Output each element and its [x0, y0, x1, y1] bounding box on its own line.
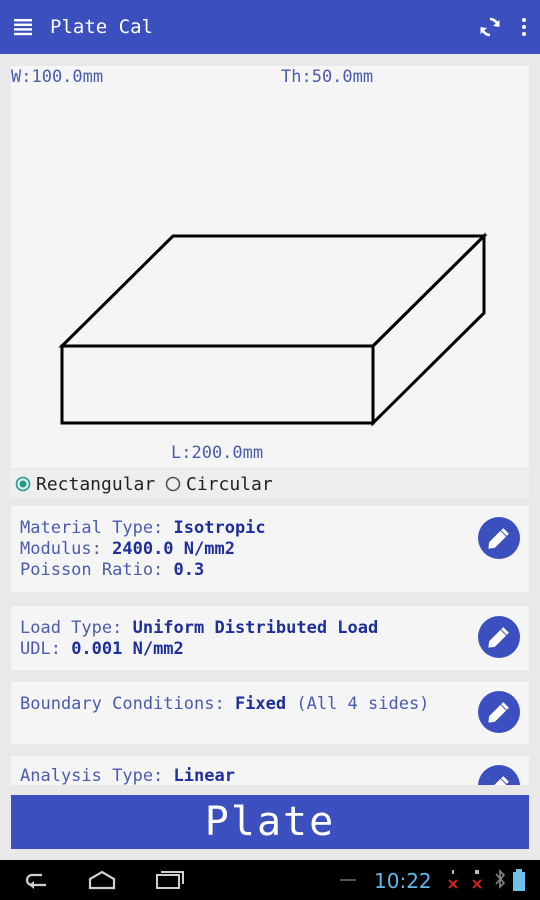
pencil-icon — [488, 627, 509, 648]
poisson-value: 0.3 — [173, 560, 205, 580]
pencil-icon — [488, 528, 509, 549]
recent-apps-icon[interactable] — [154, 870, 186, 890]
boundary-card: Boundary Conditions: Fixed (All 4 sides) — [11, 682, 529, 744]
home-icon[interactable] — [86, 870, 118, 890]
app-bar: Plate Cal — [0, 0, 540, 54]
radio-rectangular[interactable]: Rectangular — [15, 473, 155, 495]
plate-box-drawing — [58, 232, 488, 427]
radio-circular[interactable]: Circular — [165, 473, 273, 495]
length-label: L:200.0mm — [171, 443, 264, 463]
udl-value: 0.001 N/mm2 — [71, 639, 184, 659]
plate-button[interactable]: Plate — [11, 795, 529, 849]
material-type-value: Isotropic — [173, 518, 266, 538]
system-nav-bar: 10:22 — [0, 860, 540, 900]
analysis-card: Analysis Type: Linear — [11, 756, 529, 785]
divider-dash — [340, 879, 356, 881]
radio-rectangular-label: Rectangular — [36, 473, 156, 495]
pencil-icon — [488, 702, 509, 723]
boundary-label: Boundary Conditions: — [20, 694, 235, 714]
bluetooth-icon — [495, 869, 506, 889]
modulus-value: 2400.0 N/mm2 — [112, 539, 235, 559]
signal-2-no-data-icon — [472, 870, 482, 889]
plate-drawing-panel: W:100.0mm Th:50.0mm L:200.0mm — [11, 66, 529, 468]
poisson-label: Poisson Ratio: — [20, 560, 174, 580]
radio-unchecked-icon — [165, 476, 181, 492]
udl-label: UDL: — [20, 639, 72, 659]
edit-load-button[interactable] — [478, 616, 520, 658]
radio-checked-icon — [15, 476, 31, 492]
edit-analysis-button[interactable] — [478, 765, 520, 785]
material-type-label: Material Type: — [20, 518, 174, 538]
load-card: Load Type: Uniform Distributed Load UDL:… — [11, 606, 529, 670]
edit-boundary-button[interactable] — [478, 691, 520, 733]
edit-material-button[interactable] — [478, 517, 520, 559]
boundary-value: Fixed — [234, 694, 287, 714]
load-type-label: Load Type: — [20, 618, 133, 638]
modulus-label: Modulus: — [20, 539, 113, 559]
status-clock: 10:22 — [374, 869, 432, 893]
refresh-icon[interactable] — [477, 14, 503, 40]
signal-1-no-data-icon — [448, 870, 458, 889]
analysis-label: Analysis Type: — [20, 766, 174, 785]
boundary-note: (All 4 sides) — [286, 694, 430, 714]
analysis-value: Linear — [173, 766, 235, 785]
more-vert-icon[interactable] — [518, 15, 530, 39]
back-icon[interactable] — [20, 870, 50, 890]
menu-icon[interactable] — [12, 15, 36, 39]
radio-circular-label: Circular — [186, 473, 273, 495]
load-type-value: Uniform Distributed Load — [132, 618, 379, 638]
shape-radio-group: Rectangular Circular — [11, 470, 529, 498]
battery-icon — [513, 869, 525, 891]
app-title: Plate Cal — [50, 16, 153, 38]
material-card: Material Type: Isotropic Modulus: 2400.0… — [11, 506, 529, 592]
pencil-icon — [489, 776, 509, 785]
